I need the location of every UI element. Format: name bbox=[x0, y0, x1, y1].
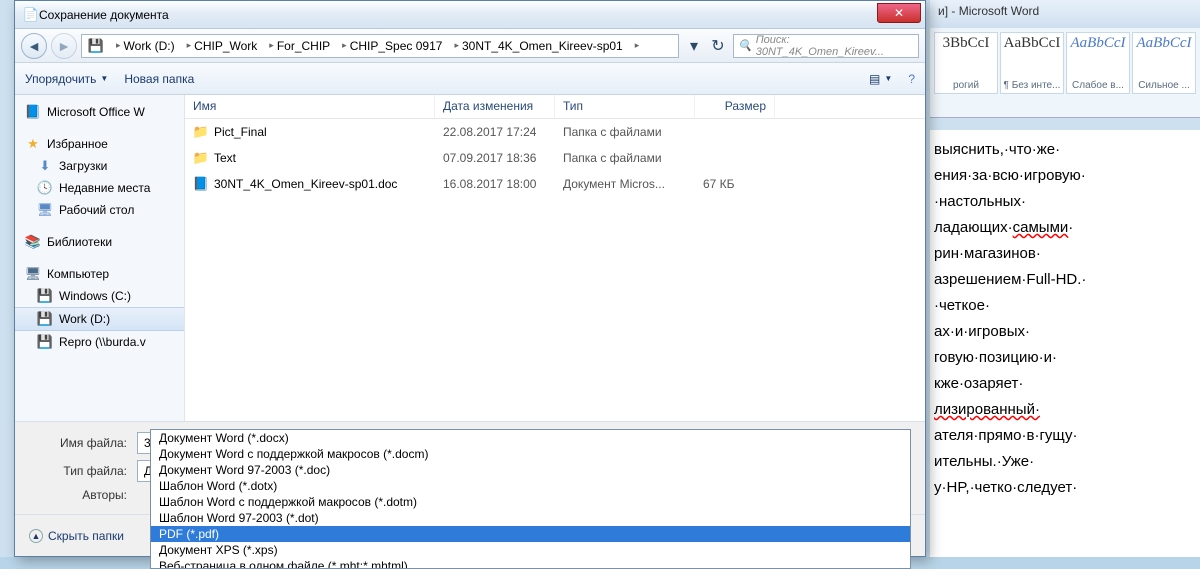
word-titlebar: и] - Microsoft Word bbox=[930, 0, 1200, 28]
sidebar-libraries[interactable]: 📚Библиотеки bbox=[15, 231, 184, 253]
forward-button[interactable]: ► bbox=[51, 33, 77, 59]
breadcrumb-seg[interactable]: ▸ For_CHIP bbox=[263, 35, 336, 57]
sidebar-office[interactable]: 📘Microsoft Office W bbox=[15, 101, 184, 123]
filetype-option[interactable]: Веб-страница в одном файле (*.mht;*.mhtm… bbox=[151, 558, 910, 569]
sidebar-fav-item[interactable]: 🕓Недавние места bbox=[15, 177, 184, 199]
sidebar-drive[interactable]: 💾Windows (C:) bbox=[15, 285, 184, 307]
view-button[interactable]: ▤ ▼ bbox=[869, 72, 892, 86]
word-ribbon: 3BbCcIрогийAaBbCcI¶ Без инте...AaBbCcIСл… bbox=[930, 28, 1200, 118]
filetype-option[interactable]: Документ Word 97-2003 (*.doc) bbox=[151, 462, 910, 478]
style-0[interactable]: 3BbCcIрогий bbox=[934, 32, 998, 94]
filetype-dropdown[interactable]: Документ Word (*.docx)Документ Word с по… bbox=[150, 429, 911, 569]
close-button[interactable]: ✕ bbox=[877, 3, 921, 23]
new-folder-button[interactable]: Новая папка bbox=[124, 72, 194, 86]
breadcrumb-seg[interactable]: ▸ 30NT_4K_Omen_Kireev-sp01 bbox=[448, 35, 628, 57]
filetype-option[interactable]: Документ XPS (*.xps) bbox=[151, 542, 910, 558]
word-icon: 📄 bbox=[23, 7, 39, 23]
file-list: Имя Дата изменения Тип Размер 📁Pict_Fina… bbox=[185, 95, 925, 421]
authors-label: Авторы: bbox=[29, 488, 137, 502]
filetype-option[interactable]: Документ Word (*.docx) bbox=[151, 430, 910, 446]
style-3[interactable]: AaBbCcIСильное ... bbox=[1132, 32, 1196, 94]
sidebar-drive[interactable]: 💾Work (D:) bbox=[15, 307, 184, 331]
sidebar-computer[interactable]: 🖥Компьютер bbox=[15, 263, 184, 285]
save-dialog: 📄 Сохранение документа ✕ ◄ ► 💾 ▸ Work (D… bbox=[14, 0, 926, 557]
filetype-option[interactable]: Документ Word с поддержкой макросов (*.d… bbox=[151, 446, 910, 462]
file-list-header[interactable]: Имя Дата изменения Тип Размер bbox=[185, 95, 925, 119]
toolbar: Упорядочить ▼ Новая папка ▤ ▼ ? bbox=[15, 63, 925, 95]
help-icon[interactable]: ? bbox=[908, 72, 915, 86]
file-row[interactable]: 📁Pict_Final22.08.2017 17:24Папка с файла… bbox=[185, 119, 925, 145]
dropdown-history-icon[interactable]: ▾ bbox=[683, 35, 705, 57]
style-2[interactable]: AaBbCcIСлабое в... bbox=[1066, 32, 1130, 94]
filename-label: Имя файла: bbox=[29, 436, 137, 450]
filetype-option[interactable]: PDF (*.pdf) bbox=[151, 526, 910, 542]
organize-button[interactable]: Упорядочить ▼ bbox=[25, 72, 108, 86]
search-input[interactable]: 🔍Поиск: 30NT_4K_Omen_Kireev... bbox=[733, 34, 919, 58]
breadcrumb-seg[interactable]: ▸ CHIP_Work bbox=[181, 35, 264, 57]
sidebar-fav-item[interactable]: ⬇Загрузки bbox=[15, 155, 184, 177]
back-button[interactable]: ◄ bbox=[21, 33, 47, 59]
refresh-icon[interactable]: ↻ bbox=[707, 35, 729, 57]
sidebar-fav-item[interactable]: 🖥Рабочий стол bbox=[15, 199, 184, 221]
breadcrumb[interactable]: 💾 ▸ Work (D:)▸ CHIP_Work▸ For_CHIP▸ CHIP… bbox=[81, 34, 679, 58]
filetype-option[interactable]: Шаблон Word (*.dotx) bbox=[151, 478, 910, 494]
style-1[interactable]: AaBbCcI¶ Без инте... bbox=[1000, 32, 1064, 94]
breadcrumb-seg[interactable]: ▸ CHIP_Spec 0917 bbox=[336, 35, 448, 57]
sidebar-favorites[interactable]: ★Избранное bbox=[15, 133, 184, 155]
file-row[interactable]: 📘30NT_4K_Omen_Kireev-sp01.doc16.08.2017 … bbox=[185, 171, 925, 197]
nav-bar: ◄ ► 💾 ▸ Work (D:)▸ CHIP_Work▸ For_CHIP▸ … bbox=[15, 29, 925, 63]
sidebar: 📘Microsoft Office W ★Избранное ⬇Загрузки… bbox=[15, 95, 185, 421]
file-row[interactable]: 📁Text07.09.2017 18:36Папка с файлами bbox=[185, 145, 925, 171]
word-document-body: выяснить,·что·же·ения·за·всю·игровую··на… bbox=[930, 130, 1200, 557]
breadcrumb-seg[interactable]: ▸ Work (D:) bbox=[110, 35, 181, 57]
dialog-titlebar: 📄 Сохранение документа ✕ bbox=[15, 1, 925, 29]
sidebar-drive[interactable]: 💾Repro (\\burda.v bbox=[15, 331, 184, 353]
dialog-title: Сохранение документа bbox=[39, 8, 877, 22]
filetype-option[interactable]: Шаблон Word с поддержкой макросов (*.dot… bbox=[151, 494, 910, 510]
filetype-option[interactable]: Шаблон Word 97-2003 (*.dot) bbox=[151, 510, 910, 526]
hide-folders-link[interactable]: ▲ Скрыть папки bbox=[29, 529, 124, 543]
filetype-label: Тип файла: bbox=[29, 464, 137, 478]
